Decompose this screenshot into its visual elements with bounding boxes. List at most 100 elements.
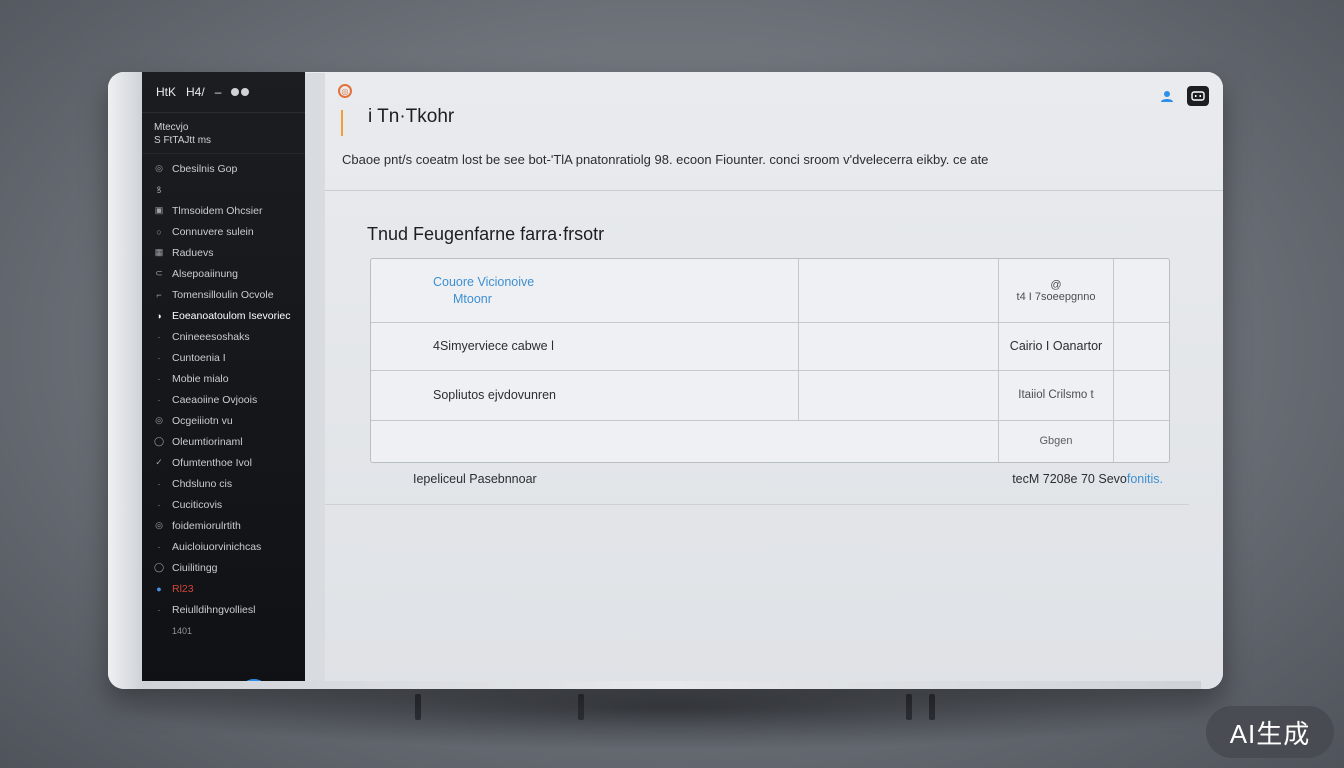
table-cell-text: t4 I 7soeepgnno <box>1016 290 1096 303</box>
table-row[interactable]: 4Simyerviece cabwe l Cairio I Oanartor <box>371 322 1169 371</box>
user-icon[interactable] <box>1159 88 1175 104</box>
floor-shadow <box>120 680 1220 750</box>
sidebar-item[interactable]: ● Rl23 <box>142 578 305 599</box>
table-row[interactable]: Sopliutos ejvdovunren Itaiiol Crilsmo t <box>371 370 1169 421</box>
sidebar-item[interactable]: · Reiulldihngvolliesl <box>142 599 305 620</box>
column-divider <box>798 259 799 322</box>
sidebar: HtK H4/ – Mtecvjo S FtTAJtt ms ◎ Cbesilni… <box>142 72 305 689</box>
sidebar-item-label: Oleumtiorinaml <box>172 435 243 448</box>
sidebar-item[interactable]: · Chdsluno cis <box>142 473 305 494</box>
sidebar-item[interactable]: ◯ Ciuilitingg <box>142 557 305 578</box>
dot-icon: · <box>157 352 161 363</box>
sidebar-item-label: Rl23 <box>172 582 194 595</box>
table-row[interactable]: Gbgen <box>371 420 1169 462</box>
footer-left-text: Iepeliceul Pasebnnoar <box>413 472 537 486</box>
sidebar-item[interactable]: · Caeaoiine Ovjoois <box>142 389 305 410</box>
column-divider <box>1113 420 1114 462</box>
sidebar-item[interactable]: ◎ Ocgeiiiotn vu <box>142 410 305 431</box>
sidebar-item[interactable]: ◑ Eoeanoatoulom Isevoriec <box>142 305 305 326</box>
table-cell: Itaiiol Crilsmo t <box>1018 389 1094 401</box>
column-divider <box>1113 259 1114 322</box>
table-cell: Couore Vicionoive Mtoonr <box>433 259 793 322</box>
table-cell: Gbgen <box>1039 435 1073 447</box>
sidebar-item-label: Cuciticovis <box>172 498 223 511</box>
footer-right: tecM 7208e 70 Sevofonitis. <box>1012 472 1163 486</box>
sidebar-item[interactable]: · Cuciticovis <box>142 494 305 515</box>
tag-icon: ⌐ <box>156 289 162 300</box>
half-circle-icon: ◑ <box>156 310 162 321</box>
dot-icon: · <box>157 478 161 489</box>
dot-icon: · <box>157 604 161 615</box>
sidebar-item[interactable]: ꝸ <box>142 179 305 200</box>
table-cell-link[interactable]: Couore Vicionoive <box>433 274 534 291</box>
sidebar-item[interactable]: 1401 <box>142 620 305 641</box>
sidebar-item[interactable]: ⌐ Tomensilloulin Ocvole <box>142 284 305 305</box>
device-stand-leg <box>578 694 584 720</box>
sidebar-item[interactable]: · Mobie mialo <box>142 368 305 389</box>
sidebar-item-label: Ciuilitingg <box>172 561 218 574</box>
table-cell: @ t4 I 7soeepgnno <box>999 259 1113 322</box>
sidebar-app-name: HtK <box>156 85 177 99</box>
title-accent-bar <box>341 110 343 136</box>
sidebar-item-label: Auicloiuorvinichcas <box>172 540 262 553</box>
box-icon: ▣ <box>154 205 164 215</box>
double-circle-icon: ◎ <box>155 415 163 425</box>
device-stand-leg <box>929 694 935 720</box>
app-logo-icon: ◎ <box>338 84 352 98</box>
sidebar-item[interactable]: ▦ Raduevs <box>142 242 305 263</box>
sidebar-header-line2: S FtTAJtt ms <box>154 135 212 146</box>
table-cell: Cairio I Oanartor <box>1009 339 1103 353</box>
device-bottom-strip <box>142 681 1201 689</box>
sidebar-item[interactable]: ✓ Ofumtenthoe Ivol <box>142 452 305 473</box>
table-row[interactable]: Couore Vicionoive Mtoonr @ t4 I 7soeepgn… <box>371 259 1169 323</box>
table-cell-link-sub[interactable]: Mtoonr <box>433 291 492 308</box>
ai-generated-watermark: AI生成 <box>1206 706 1334 758</box>
circle-icon: ◎ <box>155 163 163 173</box>
sidebar-item-label: Chdsluno cis <box>172 477 233 490</box>
dot-icon: · <box>157 373 161 384</box>
sidebar-item[interactable]: · Cuntoenia I <box>142 347 305 368</box>
data-table: Couore Vicionoive Mtoonr @ t4 I 7soeepgn… <box>370 258 1170 463</box>
dot-icon: · <box>157 331 161 342</box>
sidebar-item-label: Tlmsoidem Ohcsier <box>172 204 263 217</box>
sidebar-item[interactable]: ◎ foidemiorulrtith <box>142 515 305 536</box>
sidebar-item-label: Ocgeiiiotn vu <box>172 414 233 427</box>
footer-link[interactable]: fonitis. <box>1127 472 1163 486</box>
info-icon: ● <box>156 583 162 594</box>
sidebar-item-label: Connuvere sulein <box>172 225 254 238</box>
sidebar-item-label: Raduevs <box>172 246 214 259</box>
column-divider <box>798 370 799 420</box>
sidebar-header: Mtecvjo S FtTAJtt ms <box>142 113 305 154</box>
device-frame: HtK H4/ – Mtecvjo S FtTAJtt ms ◎ Cbesilni… <box>108 72 1223 689</box>
device-stand-leg <box>415 694 421 720</box>
chat-icon[interactable] <box>1187 86 1209 106</box>
footer-divider <box>325 504 1189 505</box>
sidebar-item[interactable]: ⊂ Alsepoaiinung <box>142 263 305 284</box>
dot-icon: · <box>157 541 161 552</box>
ring-icon: ◯ <box>153 436 165 446</box>
column-divider <box>1113 322 1114 370</box>
page-title: i Tn·Tkohr <box>368 106 455 127</box>
sidebar-top-bar: HtK H4/ – <box>142 72 305 113</box>
sidebar-item[interactable]: · Auicloiuorvinichcas <box>142 536 305 557</box>
sidebar-window-dots-icon[interactable] <box>231 88 250 96</box>
top-right-controls <box>1159 86 1209 106</box>
sidebar-item[interactable]: ◎ Cbesilnis Gop <box>142 158 305 179</box>
grid-icon: ▦ <box>154 247 164 257</box>
sidebar-item[interactable]: ◯ Oleumtiorinaml <box>142 431 305 452</box>
sidebar-item-label: Alsepoaiinung <box>172 267 238 280</box>
sidebar-nav-list: ◎ Cbesilnis Gop ꝸ ▣ Tlmsoidem Ohcsier ○ Connuv… <box>142 154 305 641</box>
dot-icon: · <box>157 394 161 405</box>
dot-icon: · <box>157 499 161 510</box>
footer-right-text: tecM 7208e 70 Sevo <box>1012 472 1127 486</box>
column-divider <box>998 259 999 322</box>
circle-icon: ◎ <box>155 520 163 530</box>
sidebar-item[interactable]: ▣ Tlmsoidem Ohcsier <box>142 200 305 221</box>
sidebar-item-label: foidemiorulrtith <box>172 519 241 532</box>
table-cell: Sopliutos ejvdovunren <box>433 388 556 402</box>
sidebar-item-label: Eoeanoatoulom Isevoriec <box>172 309 291 322</box>
ring-icon: ◯ <box>153 562 165 572</box>
sidebar-item[interactable]: ○ Connuvere sulein <box>142 221 305 242</box>
sidebar-item[interactable]: · Cnineeesoshaks <box>142 326 305 347</box>
sidebar-header-line1: Mtecvjo <box>154 122 189 133</box>
